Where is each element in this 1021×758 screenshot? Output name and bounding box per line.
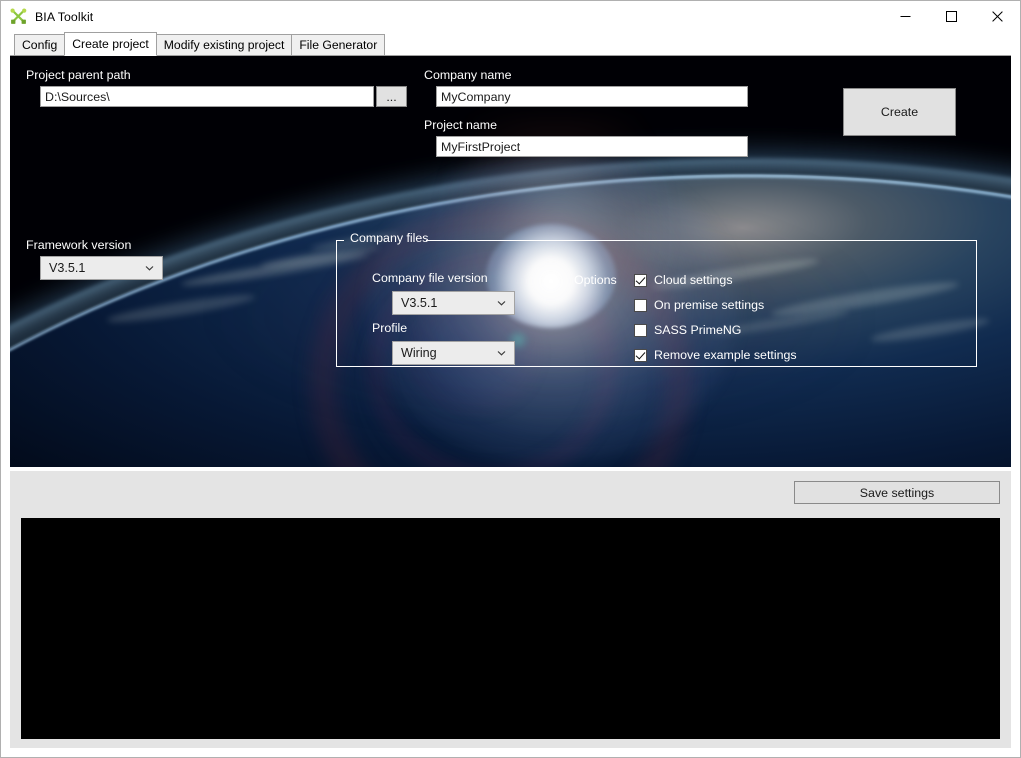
console-output[interactable] [21, 518, 1000, 739]
tab-modify-existing-project[interactable]: Modify existing project [155, 34, 293, 56]
company-name-input[interactable] [436, 86, 748, 107]
checkbox-box [634, 323, 647, 337]
close-icon [991, 11, 1003, 22]
project-parent-path-input[interactable] [40, 86, 374, 107]
maximize-button[interactable] [928, 1, 974, 32]
window-controls [882, 1, 1020, 32]
tab-create-project[interactable]: Create project [64, 32, 157, 56]
tab-label: Config [22, 38, 58, 52]
chevron-down-icon [497, 301, 506, 306]
checkbox-label: SASS PrimeNG [654, 323, 742, 337]
app-window: BIA Toolkit Config Create project Modify… [0, 0, 1021, 758]
minimize-icon [900, 16, 910, 17]
company-name-label: Company name [424, 68, 512, 82]
minimize-button[interactable] [882, 1, 928, 32]
checkbox-label: Cloud settings [654, 273, 733, 287]
close-button[interactable] [974, 1, 1020, 32]
create-button[interactable]: Create [843, 88, 956, 136]
company-file-version-label: Company file version [372, 271, 488, 285]
checkbox-label: On premise settings [654, 298, 765, 312]
company-files-group-label: Company files [350, 231, 429, 245]
tab-strip: Config Create project Modify existing pr… [1, 32, 1020, 56]
save-settings-button[interactable]: Save settings [794, 481, 1000, 504]
framework-version-select[interactable]: V3.5.1 [40, 256, 163, 280]
checkbox-on-premise-settings[interactable]: On premise settings [634, 297, 764, 313]
checkbox-label: Remove example settings [654, 348, 797, 362]
framework-version-label: Framework version [26, 238, 132, 252]
groupbox-border-right [976, 240, 977, 367]
project-name-input[interactable] [436, 136, 748, 157]
groupbox-border-left [336, 240, 337, 367]
tab-label: Modify existing project [163, 38, 285, 52]
crossed-tools-icon [10, 8, 27, 24]
framework-version-value: V3.5.1 [49, 261, 86, 275]
company-file-version-value: V3.5.1 [401, 296, 438, 310]
create-project-panel: Project parent path ... Company name Pro… [10, 56, 1011, 467]
checkbox-cloud-settings[interactable]: Cloud settings [634, 272, 733, 288]
tab-label: File Generator [299, 38, 378, 52]
options-label: Options [574, 273, 617, 287]
checkbox-box [634, 273, 647, 287]
tab-file-generator[interactable]: File Generator [291, 34, 386, 56]
checkbox-box [634, 298, 647, 312]
tab-label: Create project [72, 37, 149, 51]
tab-config[interactable]: Config [14, 34, 66, 56]
groupbox-border-top-left [336, 240, 344, 241]
company-files-groupbox: Company files Company file version V3.5.… [336, 231, 977, 367]
company-file-version-select[interactable]: V3.5.1 [392, 291, 515, 315]
checkbox-box [634, 348, 647, 362]
footer-panel: Save settings [10, 471, 1011, 748]
maximize-icon [945, 11, 957, 22]
chevron-down-icon [145, 266, 154, 271]
profile-value: Wiring [401, 346, 437, 360]
tab-content-create-project: Project parent path ... Company name Pro… [1, 56, 1020, 757]
groupbox-border-top-right [426, 240, 977, 241]
checkbox-remove-example-settings[interactable]: Remove example settings [634, 347, 797, 363]
groupbox-border-bottom [336, 366, 977, 367]
checkbox-sass-primeng[interactable]: SASS PrimeNG [634, 322, 741, 338]
browse-path-button[interactable]: ... [376, 86, 407, 107]
project-name-label: Project name [424, 118, 498, 132]
profile-label: Profile [372, 321, 408, 335]
title-bar: BIA Toolkit [1, 1, 1020, 32]
window-title: BIA Toolkit [35, 9, 94, 24]
profile-select[interactable]: Wiring [392, 341, 515, 365]
project-parent-path-label: Project parent path [26, 68, 131, 82]
chevron-down-icon [497, 351, 506, 356]
